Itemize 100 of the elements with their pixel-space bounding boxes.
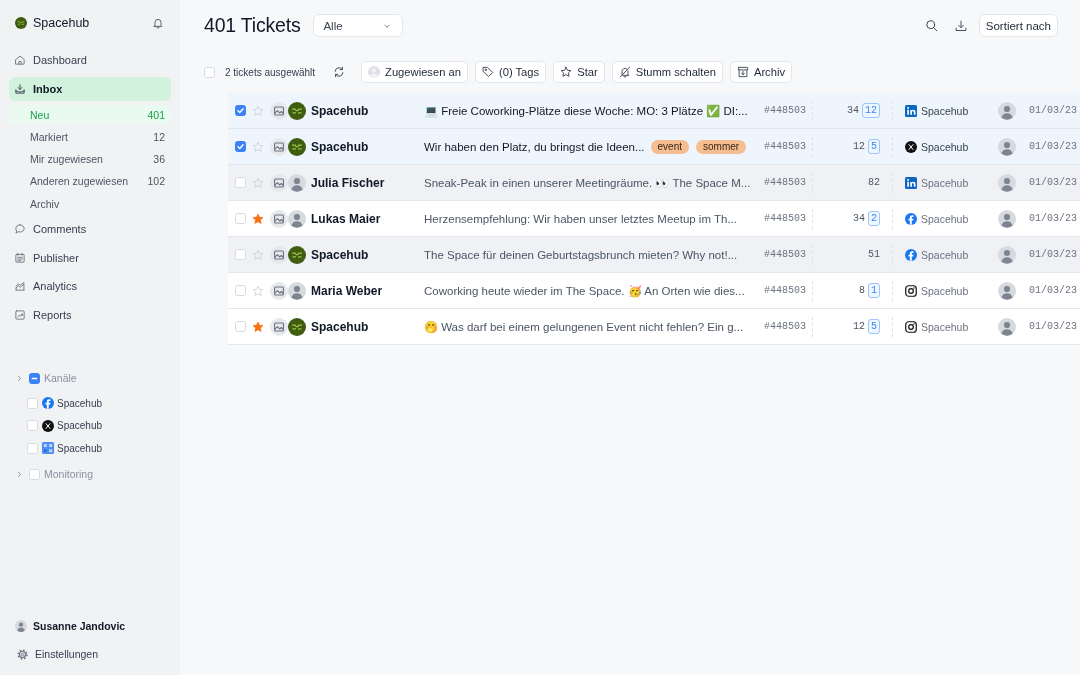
checkbox[interactable] <box>29 372 40 384</box>
table-row[interactable]: Spacehub The Space für deinen Geburtstagsbrunch mieten? Why not!... #448503 51 Spacehub 01/03/23 <box>228 237 1080 273</box>
assignee-avatar-icon[interactable] <box>998 137 1016 156</box>
x-logo-icon <box>42 419 54 432</box>
author-name: Spacehub <box>311 247 370 262</box>
star-icon[interactable] <box>252 140 264 153</box>
ticket-id: #448503 <box>763 285 807 296</box>
inbox-filter-item[interactable]: Mir zugewiesen 36 <box>9 149 171 169</box>
author-name: Spacehub <box>311 139 370 154</box>
grid-logo-icon <box>42 442 54 455</box>
channel-name: Spacehub <box>921 284 969 297</box>
speech-bubble-icon <box>14 223 26 236</box>
linkedin-icon <box>905 176 917 189</box>
table-row[interactable]: Julia Fischer Sneak-Peak in einen unserer Meetingräume. 👀 The Space M... #448503 82 Spacehub 01/03/23 <box>228 165 1080 201</box>
inbox-filter-item[interactable]: Archiv <box>9 194 171 214</box>
channel-name[interactable]: Spacehub <box>57 397 103 409</box>
date-text: 01/03/23 <box>1029 177 1077 188</box>
archive-button[interactable]: Archiv <box>729 61 792 83</box>
star-icon[interactable] <box>252 176 264 189</box>
reply-count: 34 <box>852 213 865 224</box>
star-icon[interactable] <box>252 104 264 117</box>
item-count: 36 <box>153 153 165 166</box>
channel-name: Spacehub <box>921 212 969 225</box>
chevron-right-icon[interactable] <box>16 374 23 382</box>
nav-item[interactable]: Dashboard <box>9 48 171 73</box>
reply-count: 12 <box>852 141 865 152</box>
new-count-badge: 1 <box>868 283 880 298</box>
linkedin-icon <box>905 104 917 117</box>
tags-button[interactable]: (0) Tags <box>474 61 547 83</box>
date-text: 01/03/23 <box>1029 249 1077 260</box>
chevron-right-icon[interactable] <box>16 470 23 478</box>
nav-item[interactable]: Inbox <box>9 76 171 101</box>
sort-button[interactable]: Sortiert nach <box>978 14 1058 37</box>
mute-button[interactable]: Stumm schalten <box>611 61 723 83</box>
image-icon <box>270 245 288 264</box>
check-icon <box>236 142 245 151</box>
channel-name[interactable]: Spacehub <box>57 420 103 432</box>
assignee-avatar-icon[interactable] <box>998 317 1016 336</box>
message-text: Coworking heute wieder im The Space. 🥳 An Orten wie dies... <box>424 283 745 298</box>
assignee-avatar-icon[interactable] <box>998 101 1016 120</box>
author-name: Maria Weber <box>311 283 384 298</box>
star-icon[interactable] <box>252 248 264 261</box>
nav-item[interactable]: Reports <box>9 302 171 328</box>
tag-chip[interactable]: sommer <box>696 139 747 154</box>
logo-icon <box>288 101 306 120</box>
author-name: Lukas Maier <box>311 211 382 226</box>
table-row[interactable]: Spacehub 🤭 Was darf bei einem gelungenen Event nicht fehlen? Ein g... #448503 12 5 Spacehub 01/03/23 <box>228 309 1080 345</box>
nav-item[interactable]: Publisher <box>9 245 171 271</box>
star-icon[interactable] <box>252 212 264 225</box>
ticket-id: #448503 <box>763 321 807 332</box>
settings-link[interactable]: Einstellungen <box>15 645 171 663</box>
download-icon[interactable] <box>954 19 967 32</box>
star-icon[interactable] <box>252 284 264 297</box>
row-checkbox[interactable] <box>235 105 246 116</box>
assign-button[interactable]: Zugewiesen an <box>361 61 468 83</box>
workspace-name: Spacehub <box>33 16 91 30</box>
channel-name: Spacehub <box>921 176 969 189</box>
person-avatar-icon <box>288 173 306 192</box>
tag-chip[interactable]: event <box>650 139 690 154</box>
selection-count-label: 2 tickets ausgewählt <box>225 66 316 78</box>
inbox-filter-item[interactable]: Anderen zugewiesen 102 <box>9 171 171 191</box>
date-text: 01/03/23 <box>1029 321 1077 332</box>
table-row[interactable]: Spacehub 💻 Freie Coworking-Plätze diese Woche: MO: 3 Plätze ✅ DI:... #448503 34 12 Spacehub 01/03/23 <box>228 93 1080 129</box>
assignee-avatar-icon[interactable] <box>998 245 1016 264</box>
table-row[interactable]: Spacehub Wir haben den Platz, du bringst die Ideen... event sommer #448503 12 5 Spacehub 01/03/23 <box>228 129 1080 165</box>
new-count-badge: 5 <box>868 319 880 334</box>
logo-icon <box>288 317 306 336</box>
facebook-icon <box>905 212 917 225</box>
home-icon <box>14 54 26 67</box>
assignee-avatar-icon[interactable] <box>998 173 1016 192</box>
assignee-avatar-icon[interactable] <box>998 281 1016 300</box>
filter-dropdown[interactable]: Alle <box>313 14 404 37</box>
nav-item[interactable]: Comments <box>9 217 171 242</box>
channel-name[interactable]: Spacehub <box>57 442 103 454</box>
nav-item[interactable]: Analytics <box>9 274 171 299</box>
star-button[interactable]: Star <box>553 61 605 83</box>
bell-icon[interactable] <box>152 17 164 29</box>
select-all-checkbox[interactable] <box>204 66 215 78</box>
date-text: 01/03/23 <box>1029 213 1077 224</box>
message-text: 💻 Freie Coworking-Plätze diese Woche: MO: 3 Plätze ✅ DI:... <box>424 103 748 118</box>
instagram-icon <box>905 284 917 297</box>
table-row[interactable]: Maria Weber Coworking heute wieder im The Space. 🥳 An Orten wie dies... #448503 8 1 Spacehub 01/03/23 <box>228 273 1080 309</box>
message-text: Wir haben den Platz, du bringst die Ideen... <box>424 140 645 153</box>
channel-name: Spacehub <box>921 104 969 117</box>
image-icon <box>270 173 288 192</box>
message-text: 🤭 Was darf bei einem gelungenen Event nicht fehlen? Ein g... <box>424 319 744 334</box>
refresh-icon[interactable] <box>333 66 346 78</box>
star-icon[interactable] <box>252 320 264 333</box>
assignee-avatar-icon[interactable] <box>998 209 1016 228</box>
archive-icon <box>736 66 749 78</box>
tag-icon <box>481 66 494 78</box>
person-avatar-icon <box>288 209 306 228</box>
table-row[interactable]: Lukas Maier Herzensempfehlung: Wir haben unser letztes Meetup im Th... #448503 34 2 Spacehub 01/03/23 <box>228 201 1080 237</box>
search-icon[interactable] <box>924 19 938 32</box>
x-logo-icon <box>905 140 917 153</box>
row-checkbox[interactable] <box>235 141 246 152</box>
date-text: 01/03/23 <box>1029 285 1077 296</box>
inbox-filter-item[interactable]: Markiert 12 <box>9 127 171 147</box>
item-count: 401 <box>147 108 165 121</box>
person-avatar-icon <box>368 66 381 78</box>
